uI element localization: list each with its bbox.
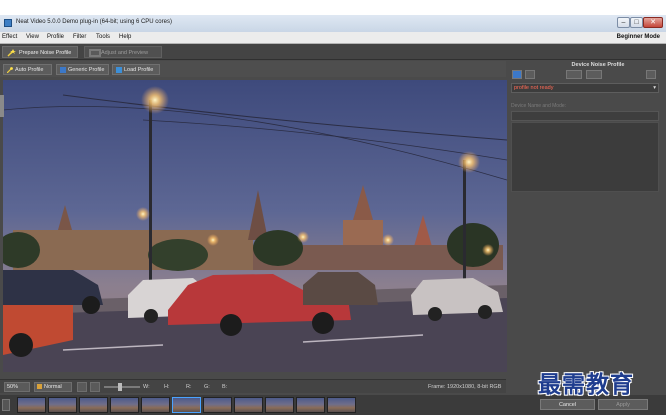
zoom-select[interactable]: 50% bbox=[4, 382, 30, 392]
menu-profile[interactable]: Profile bbox=[47, 34, 64, 40]
frame-thumbnail[interactable] bbox=[265, 397, 294, 413]
wand-icon bbox=[7, 48, 16, 57]
frame-thumbnail[interactable] bbox=[327, 397, 356, 413]
watermark-logo: 最需教育 bbox=[538, 371, 634, 398]
readout-w: W: bbox=[143, 384, 150, 390]
frame-thumbnail[interactable] bbox=[110, 397, 139, 413]
tab-prepare-label: Prepare Noise Profile bbox=[19, 50, 72, 56]
readout-g: G: bbox=[204, 384, 210, 390]
video-preview[interactable] bbox=[3, 80, 507, 372]
close-button[interactable]: ✕ bbox=[643, 17, 663, 28]
compare-toggle-icon[interactable] bbox=[77, 382, 87, 392]
folder-icon bbox=[116, 66, 122, 73]
frame-thumbnail-selected[interactable] bbox=[172, 397, 201, 413]
tab-adjust-label: Adjust and Preview bbox=[101, 50, 149, 56]
menu-filter[interactable]: Filter bbox=[73, 34, 86, 40]
device-noise-profile-panel bbox=[509, 61, 663, 381]
load-profile-label: Load Profile bbox=[124, 67, 154, 73]
record-toggle-icon[interactable] bbox=[90, 382, 100, 392]
generic-profile-button[interactable]: Generic Profile bbox=[56, 64, 109, 75]
mode-toggle[interactable]: Beginner Mode bbox=[617, 34, 660, 40]
device-details-area[interactable] bbox=[511, 122, 659, 192]
frame-thumbnail[interactable] bbox=[141, 397, 170, 413]
auto-profile-label: Auto Profile bbox=[15, 67, 44, 73]
filmstrip-collapse-button[interactable] bbox=[2, 399, 10, 411]
title-bar: Neat Video 5.0.0 Demo plug-in (64-bit; u… bbox=[0, 15, 666, 32]
profile-next-button[interactable] bbox=[586, 70, 602, 79]
frame-thumbnail[interactable] bbox=[296, 397, 325, 413]
readout-b: B: bbox=[222, 384, 228, 390]
status-bar: 50% Normal W: H: R: G: B: Frame: 1920x10… bbox=[0, 379, 506, 393]
menu-help[interactable]: Help bbox=[119, 34, 131, 40]
tab-prepare-noise-profile[interactable]: Prepare Noise Profile bbox=[2, 46, 78, 58]
generic-profile-label: Generic Profile bbox=[68, 67, 105, 73]
video-frame bbox=[3, 80, 507, 372]
auto-profile-button[interactable]: Auto Profile bbox=[3, 64, 52, 75]
panel-options-icon[interactable] bbox=[646, 70, 656, 79]
panel-collapse-handle[interactable] bbox=[0, 95, 4, 117]
load-profile-button[interactable]: Load Profile bbox=[112, 64, 160, 75]
readout-r: R: bbox=[186, 384, 192, 390]
zoom-slider-thumb[interactable] bbox=[118, 383, 122, 391]
frame-thumbnail[interactable] bbox=[203, 397, 232, 413]
frame-thumbnail[interactable] bbox=[234, 397, 263, 413]
device-name-label: Device Name and Mode: bbox=[511, 103, 567, 109]
auto-profile-icon bbox=[6, 66, 13, 73]
window-title: Neat Video 5.0.0 Demo plug-in (64-bit; u… bbox=[16, 19, 172, 25]
profile-info-icon[interactable] bbox=[512, 70, 522, 79]
view-mode-icon bbox=[37, 384, 42, 390]
cancel-button[interactable]: Cancel bbox=[540, 399, 595, 410]
tab-adjust-and-preview[interactable]: Adjust and Preview bbox=[84, 46, 162, 58]
profile-status-value: profile not ready bbox=[514, 85, 554, 91]
profile-view-icon[interactable] bbox=[525, 70, 535, 79]
app-icon bbox=[4, 19, 12, 27]
device-name-field[interactable] bbox=[511, 111, 659, 121]
view-mode-select[interactable]: Normal bbox=[34, 382, 72, 392]
apply-button[interactable]: Apply bbox=[598, 399, 648, 410]
panel-title: Device Noise Profile bbox=[571, 62, 625, 68]
profile-prev-button[interactable] bbox=[566, 70, 582, 79]
zoom-slider[interactable] bbox=[104, 386, 140, 388]
menu-view[interactable]: View bbox=[26, 34, 39, 40]
readout-h: H: bbox=[164, 384, 170, 390]
menu-bar: Effect View Profile Filter Tools Help Be… bbox=[0, 32, 666, 44]
frame-thumbnail[interactable] bbox=[17, 397, 46, 413]
frame-thumbnail[interactable] bbox=[79, 397, 108, 413]
menu-effect[interactable]: Effect bbox=[2, 34, 17, 40]
profile-status-select[interactable]: profile not ready ▾ bbox=[511, 83, 659, 93]
frame-thumbnail[interactable] bbox=[48, 397, 77, 413]
chevron-down-icon: ▾ bbox=[653, 85, 656, 91]
generic-profile-icon bbox=[60, 66, 66, 73]
frame-info: Frame: 1920x1080, 8-bit RGB bbox=[428, 384, 502, 390]
profile-toolbar: Auto Profile Generic Profile Load Profil… bbox=[0, 61, 506, 77]
menu-tools[interactable]: Tools bbox=[96, 34, 110, 40]
step-tabs: Prepare Noise Profile Adjust and Preview bbox=[0, 44, 666, 60]
filter-icon bbox=[89, 48, 101, 57]
maximize-button[interactable]: □ bbox=[630, 17, 643, 28]
minimize-button[interactable]: – bbox=[617, 17, 630, 28]
view-mode-label: Normal bbox=[44, 384, 62, 390]
